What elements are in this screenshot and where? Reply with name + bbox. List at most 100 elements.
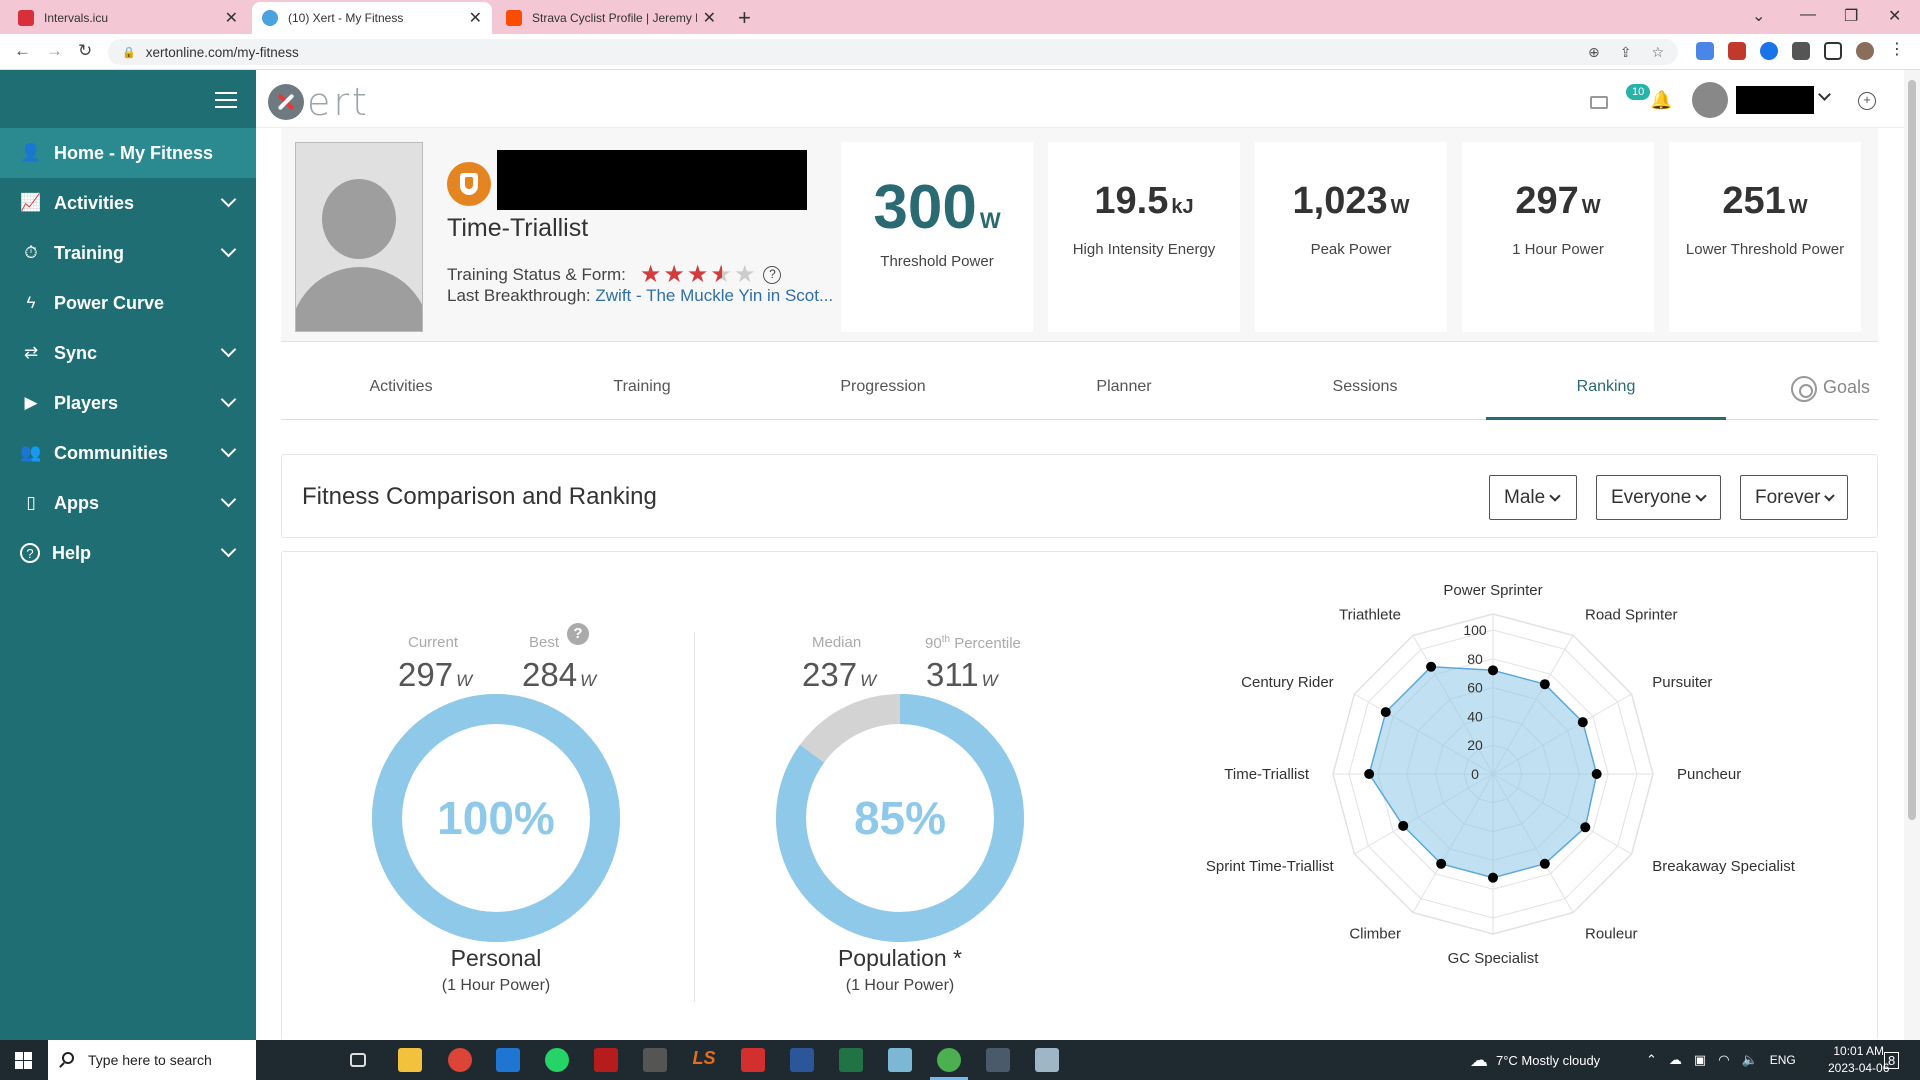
excel-icon[interactable] [839, 1048, 863, 1072]
weather-icon[interactable]: ☁ [1470, 1050, 1488, 1071]
extension-blue-icon[interactable] [1760, 42, 1778, 60]
metric-1-hour-power[interactable]: 297 W 1 Hour Power [1462, 142, 1654, 332]
group-select[interactable]: Everyone [1596, 475, 1721, 520]
add-circle-icon[interactable]: + [1858, 92, 1876, 110]
sidebar-item-power-curve[interactable]: ϟ Power Curve [0, 278, 256, 328]
radar-axis-label: Climber [1349, 925, 1401, 942]
tab-search-icon[interactable]: ⌄ [1752, 6, 1765, 26]
tab-goals[interactable]: Goals [1727, 356, 1878, 420]
metric-peak-power[interactable]: 1,023 W Peak Power [1255, 142, 1447, 332]
extensions-puzzle-icon[interactable] [1792, 42, 1810, 60]
browser-tab-intervals[interactable]: Intervals.icu ✕ [8, 2, 248, 34]
chrome-icon[interactable] [937, 1048, 961, 1072]
tab-ranking[interactable]: Ranking [1486, 356, 1726, 420]
ls-app-icon[interactable]: LS [692, 1048, 716, 1072]
metric-label: 1 Hour Power [1512, 241, 1604, 258]
metric-high-intensity-energy[interactable]: 19.5 kJ High Intensity Energy [1048, 142, 1240, 332]
bell-icon[interactable]: 🔔 [1650, 90, 1672, 111]
sidebar-item-home[interactable]: 👤 Home - My Fitness [0, 128, 256, 178]
windows-start-icon[interactable] [15, 1052, 32, 1069]
weather-text[interactable]: 7°C Mostly cloudy [1496, 1053, 1600, 1068]
chevron-down-icon[interactable] [220, 241, 237, 258]
zoom-icon[interactable]: ⊕ [1588, 44, 1600, 61]
sidebar-item-help[interactable]: ? Help [0, 528, 256, 578]
reload-icon[interactable]: ↻ [78, 41, 92, 61]
new-tab-button[interactable]: + [738, 5, 751, 31]
minimize-icon[interactable]: — [1800, 6, 1816, 24]
close-tab-icon[interactable]: ✕ [225, 8, 238, 28]
network-app-icon[interactable] [1035, 1048, 1059, 1072]
chevron-down-icon[interactable] [220, 491, 237, 508]
game-app-icon[interactable] [643, 1048, 667, 1072]
bookmark-star-icon[interactable]: ☆ [1651, 44, 1664, 61]
video-camera-icon[interactable] [1590, 96, 1608, 109]
word-icon[interactable] [790, 1048, 814, 1072]
p90-suffix: th [941, 634, 951, 645]
help-icon[interactable]: ? [567, 623, 589, 645]
help-icon[interactable]: ? [763, 265, 782, 284]
gender-select[interactable]: Male [1489, 475, 1577, 520]
browser-tab-xert[interactable]: (10) Xert - My Fitness ✕ [252, 2, 492, 34]
chevron-down-icon[interactable] [220, 191, 237, 208]
extension-translate-icon[interactable] [1696, 42, 1714, 60]
acrobat-icon[interactable] [741, 1048, 765, 1072]
calculator-icon[interactable] [986, 1048, 1010, 1072]
chevron-down-icon[interactable] [220, 391, 237, 408]
display-icon[interactable]: ▣ [1694, 1052, 1706, 1068]
chrome-profile-icon[interactable] [448, 1048, 472, 1072]
extension-shield-icon[interactable] [1728, 42, 1746, 60]
mail-icon[interactable] [496, 1048, 520, 1072]
language-indicator[interactable]: ENG [1770, 1053, 1796, 1067]
username-redacted[interactable] [1736, 86, 1814, 114]
notification-center-icon[interactable]: 8 [1884, 1052, 1900, 1069]
scrollbar-thumb[interactable] [1908, 80, 1916, 820]
help-circle-icon: ? [20, 543, 40, 563]
tab-planner[interactable]: Planner [1004, 356, 1244, 420]
onedrive-icon[interactable]: ☁ [1669, 1052, 1682, 1068]
sidebar-item-apps[interactable]: ▯ Apps [0, 478, 256, 528]
chevron-up-icon[interactable]: ⌃ [1646, 1052, 1657, 1068]
metric-threshold-power[interactable]: 300 W Threshold Power [841, 142, 1033, 332]
taskbar-search-input[interactable]: Type here to search [48, 1040, 256, 1080]
metric-lower-threshold-power[interactable]: 251 W Lower Threshold Power [1669, 142, 1861, 332]
browser-tab-strava[interactable]: Strava Cyclist Profile | Jeremy Her ✕ [496, 2, 726, 34]
close-tab-icon[interactable]: ✕ [469, 8, 482, 28]
avatar[interactable] [1692, 82, 1728, 118]
share-icon[interactable]: ⇪ [1620, 44, 1632, 61]
chevron-down-icon[interactable] [220, 541, 237, 558]
sidebar-item-communities[interactable]: 👥 Communities [0, 428, 256, 478]
wifi-icon[interactable]: ◠ [1718, 1052, 1729, 1068]
tab-progression[interactable]: Progression [763, 356, 1003, 420]
volume-icon[interactable]: 🔈 [1742, 1052, 1758, 1068]
sidebar-item-sync[interactable]: ⇄ Sync [0, 328, 256, 378]
close-tab-icon[interactable]: ✕ [703, 8, 716, 28]
maximize-icon[interactable]: ❐ [1844, 6, 1858, 26]
hamburger-menu-icon[interactable] [215, 92, 237, 108]
red-app-icon[interactable] [594, 1048, 618, 1072]
tab-activities[interactable]: Activities [281, 356, 521, 420]
sidebar-item-training[interactable]: ⏱ Training [0, 228, 256, 278]
sidebar-item-activities[interactable]: 📈 Activities [0, 178, 256, 228]
sidebar-item-players[interactable]: ▶ Players [0, 378, 256, 428]
notes-app-icon[interactable] [888, 1048, 912, 1072]
chevron-down-icon[interactable] [1818, 88, 1831, 101]
profile-avatar-icon[interactable] [1856, 42, 1874, 60]
tab-training[interactable]: Training [522, 356, 762, 420]
forward-arrow-icon[interactable]: → [46, 41, 63, 61]
task-view-icon[interactable] [350, 1053, 366, 1067]
back-arrow-icon[interactable]: ← [14, 41, 31, 61]
taskbar-clock[interactable]: 10:01 AM 2023-04-06 [1828, 1043, 1889, 1077]
side-panel-icon[interactable] [1824, 42, 1842, 60]
chrome-menu-icon[interactable]: ⋮ [1888, 42, 1906, 60]
tab-sessions[interactable]: Sessions [1245, 356, 1485, 420]
close-window-icon[interactable]: ✕ [1888, 6, 1901, 26]
chevron-down-icon[interactable] [220, 341, 237, 358]
page-scrollbar[interactable] [1904, 70, 1920, 1040]
address-bar[interactable]: 🔒 xertonline.com/my-fitness ⊕ ⇪ ☆ [108, 39, 1678, 65]
breakthrough-activity-link[interactable]: Zwift - The Muckle Yin in Scot... [595, 286, 833, 305]
file-explorer-icon[interactable] [398, 1048, 422, 1072]
xert-logo[interactable]: ert [268, 80, 370, 124]
period-select[interactable]: Forever [1740, 475, 1848, 520]
chevron-down-icon[interactable] [220, 441, 237, 458]
whatsapp-icon[interactable] [545, 1048, 569, 1072]
